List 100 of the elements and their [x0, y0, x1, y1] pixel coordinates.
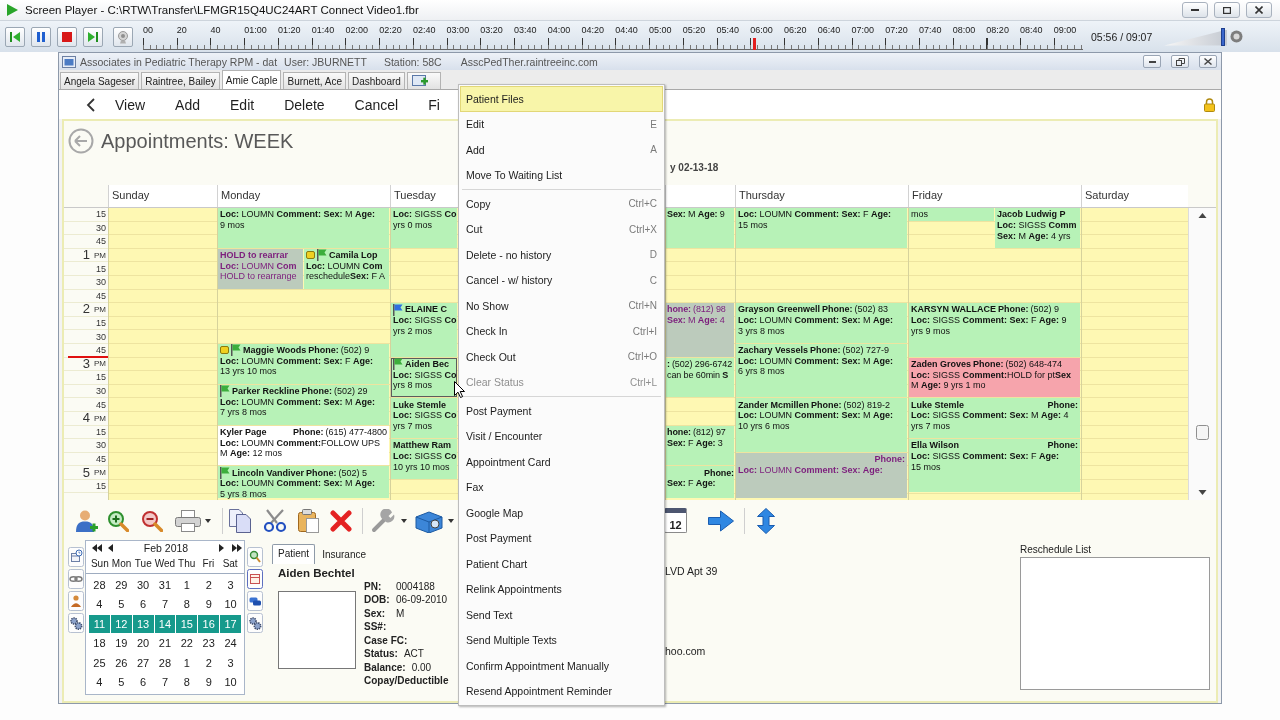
gears-icon[interactable] — [68, 612, 84, 633]
date-cell[interactable]: 4 — [89, 595, 110, 614]
date-cell[interactable]: 24 — [220, 634, 241, 653]
detail-tab[interactable]: Patient — [272, 543, 316, 564]
record-tab[interactable]: Raintree, Bailey — [141, 72, 220, 89]
chat-icon[interactable] — [247, 590, 263, 611]
playhead[interactable] — [753, 37, 756, 50]
toolbar-button[interactable]: Add — [160, 92, 215, 117]
new-tab-button[interactable] — [406, 72, 441, 89]
pause-button[interactable] — [31, 26, 51, 47]
menu-item[interactable]: Cut Ctrl+X — [460, 216, 663, 242]
add-user-icon[interactable] — [75, 508, 99, 533]
appointment-block[interactable]: Grayson Greenwell Phone: (502) 83 Loc: LOUMN Comment: Sex: M Age: 3 yrs 8 mos — [736, 303, 907, 343]
menu-item[interactable]: Post Payment — [460, 398, 663, 424]
menu-item[interactable]: Relink Appointments — [460, 576, 663, 602]
zoom-in-icon[interactable] — [107, 509, 129, 532]
right-arrow-icon[interactable] — [219, 544, 224, 553]
date-cell[interactable]: 9 — [198, 673, 220, 692]
toolbar-button[interactable]: Fi — [413, 92, 442, 117]
date-cell[interactable]: 8 — [176, 595, 198, 614]
appointment-block[interactable]: Loc: LOUMN Comment: Sex: M Age: 9 mos — [218, 208, 389, 248]
appointment-block[interactable]: Camila Lop Loc: LOUMN Com rescheduleSex: F A — [304, 248, 389, 289]
toolbar-button[interactable]: Cancel — [339, 92, 414, 117]
menu-item[interactable]: Send Text — [460, 602, 663, 628]
appointment-block[interactable]: Parker Reckline Phone: (502) 29 Loc: LOUMN Comment: Sex: M Age: 7 yrs 8 mos — [218, 384, 389, 425]
delete-icon[interactable] — [330, 509, 352, 532]
menu-item[interactable]: Cancel - w/ history C — [460, 267, 663, 293]
close-button[interactable] — [1199, 55, 1217, 68]
gears-icon[interactable] — [247, 612, 263, 633]
appointment-block[interactable]: Phone: Loc: LOUMN Comment: Sex: Age: — [736, 452, 907, 499]
menu-item[interactable]: Patient Files — [460, 86, 663, 112]
appointment-block[interactable]: Lincoln Vandiver Phone: (502) 5 Loc: LOUMN Comment: Sex: M Age: 5 yrs 8 mos — [218, 466, 389, 499]
appointment-block[interactable]: Aiden Bec Loc: SIGSS Co yrs 8 mos — [391, 357, 457, 398]
clipboard-icon[interactable] — [297, 508, 319, 533]
date-cell[interactable]: 3 — [220, 653, 241, 673]
menu-item[interactable]: Check Out Ctrl+O — [460, 344, 663, 370]
date-cell[interactable]: 2 — [198, 575, 220, 595]
right-arrow-icon[interactable] — [708, 509, 734, 532]
zoom-out-icon[interactable] — [141, 509, 163, 532]
appointment-block[interactable]: KARSYN WALLACE Phone: (502) 9 Loc: SIGSS Comment: Sex: F Age: 9 yrs 9 mos — [909, 303, 1080, 357]
link-icon[interactable] — [68, 568, 84, 589]
appointment-block[interactable]: Zander Mcmillen Phone: (502) 819-2 Loc: LOUMN Comment: Sex: M Age: 10 yrs 6 mos — [736, 398, 907, 452]
person-icon[interactable] — [68, 590, 84, 611]
toolbar-button[interactable]: Delete — [269, 92, 340, 117]
record-tab[interactable]: Dashboard — [347, 72, 405, 89]
date-cell[interactable]: 5 — [110, 673, 132, 692]
skip-to-end-button[interactable] — [83, 26, 103, 47]
appointment-block[interactable]: ELAINE C Loc: SIGSS Co yrs 2 mos — [391, 303, 457, 357]
skip-to-start-button[interactable] — [5, 26, 25, 47]
appointment-block[interactable]: Phone: Sex: F Age: — [666, 466, 734, 499]
search-icon[interactable] — [247, 546, 263, 567]
appointment-block[interactable]: : (502) 296-6742 can be 60min S — [666, 357, 734, 398]
date-cell[interactable]: 23 — [198, 634, 220, 653]
close-button[interactable] — [1246, 2, 1272, 18]
date-cell[interactable]: 22 — [176, 634, 198, 653]
date-cell[interactable]: 2 — [198, 653, 220, 673]
date-cell[interactable]: 9 — [198, 595, 220, 614]
appointment-block[interactable]: mos — [909, 208, 994, 221]
menu-item[interactable]: Resend Appointment Reminder — [460, 678, 663, 704]
appointment-block[interactable]: Luke Stemle Loc: SIGSS Co yrs 7 mos — [391, 398, 457, 439]
maximize-button[interactable] — [1214, 2, 1240, 18]
camera-button[interactable] — [113, 26, 133, 47]
left-arrow-icon[interactable] — [108, 544, 113, 553]
appointment-block[interactable]: Luke Stemle Phone: Loc: SIGSS Comment: Sex: M Age: 4 yrs 7 mos — [909, 398, 1080, 439]
calendar-clock-icon[interactable] — [68, 546, 84, 567]
date-cell[interactable]: 30 — [132, 575, 154, 595]
record-tab[interactable]: Burnett, Ace — [283, 72, 346, 89]
menu-item[interactable]: Google Map — [460, 500, 663, 526]
menu-item[interactable]: Confirm Appointment Manually — [460, 653, 663, 679]
appointment-block[interactable]: Matthew Ram Loc: SIGSS Co 10 yrs 10 mos — [391, 439, 457, 479]
volume-thumb[interactable] — [1221, 27, 1226, 46]
appointment-block[interactable]: Ella Wilson Phone: Loc: SIGSS Comment: Sex: F Age: 15 mos — [909, 439, 1080, 493]
appointment-block[interactable]: Zaden Groves Phone: (502) 648-474 Loc: SIGSS Comment:HOLD for ptSex M Age: 9 yrs 1 mo — [909, 357, 1080, 398]
menu-item[interactable]: Appointment Card — [460, 449, 663, 475]
date-cell[interactable]: 28 — [89, 575, 110, 595]
calendar-icon[interactable] — [247, 568, 263, 589]
date-cell[interactable]: 3 — [220, 575, 241, 595]
caret-icon[interactable] — [401, 518, 407, 523]
menu-item[interactable]: Check In Ctrl+I — [460, 318, 663, 344]
double-right-arrow-icon[interactable] — [232, 544, 242, 553]
date-cell[interactable]: 20 — [132, 634, 154, 653]
date-cell[interactable]: 28 — [154, 653, 176, 673]
date-cell[interactable]: 21 — [154, 634, 176, 653]
toolbar-button[interactable]: Edit — [215, 92, 270, 117]
toolbar-button[interactable]: View — [100, 92, 161, 117]
date-cell[interactable]: 6 — [132, 595, 154, 614]
maximize-button[interactable] — [1171, 55, 1189, 68]
minimize-button[interactable] — [1182, 2, 1208, 18]
date-cell[interactable]: 31 — [154, 575, 176, 595]
record-tab[interactable]: Angela Sageser — [60, 72, 140, 89]
appointment-block[interactable]: Kyler Page Phone: (615) 477-4800 Loc: LOUMN Comment:FOLLOW UPS M Age: 12 mos — [218, 425, 389, 466]
date-cell[interactable]: 27 — [132, 653, 154, 673]
menu-item[interactable]: Edit E — [460, 111, 663, 137]
date-cell[interactable]: 7 — [154, 673, 176, 692]
printer-icon[interactable] — [175, 509, 201, 532]
scissors-icon[interactable] — [262, 508, 288, 533]
date-cell[interactable]: 10 — [220, 673, 241, 692]
appointment-block[interactable]: Jacob Ludwig P Loc: SIGSS Comm Sex: M Age: 4 yrs — [995, 208, 1080, 248]
caret-icon[interactable] — [205, 518, 211, 523]
appointment-block[interactable]: hone: (812) 97 Sex: F Age: 3 — [666, 425, 734, 466]
